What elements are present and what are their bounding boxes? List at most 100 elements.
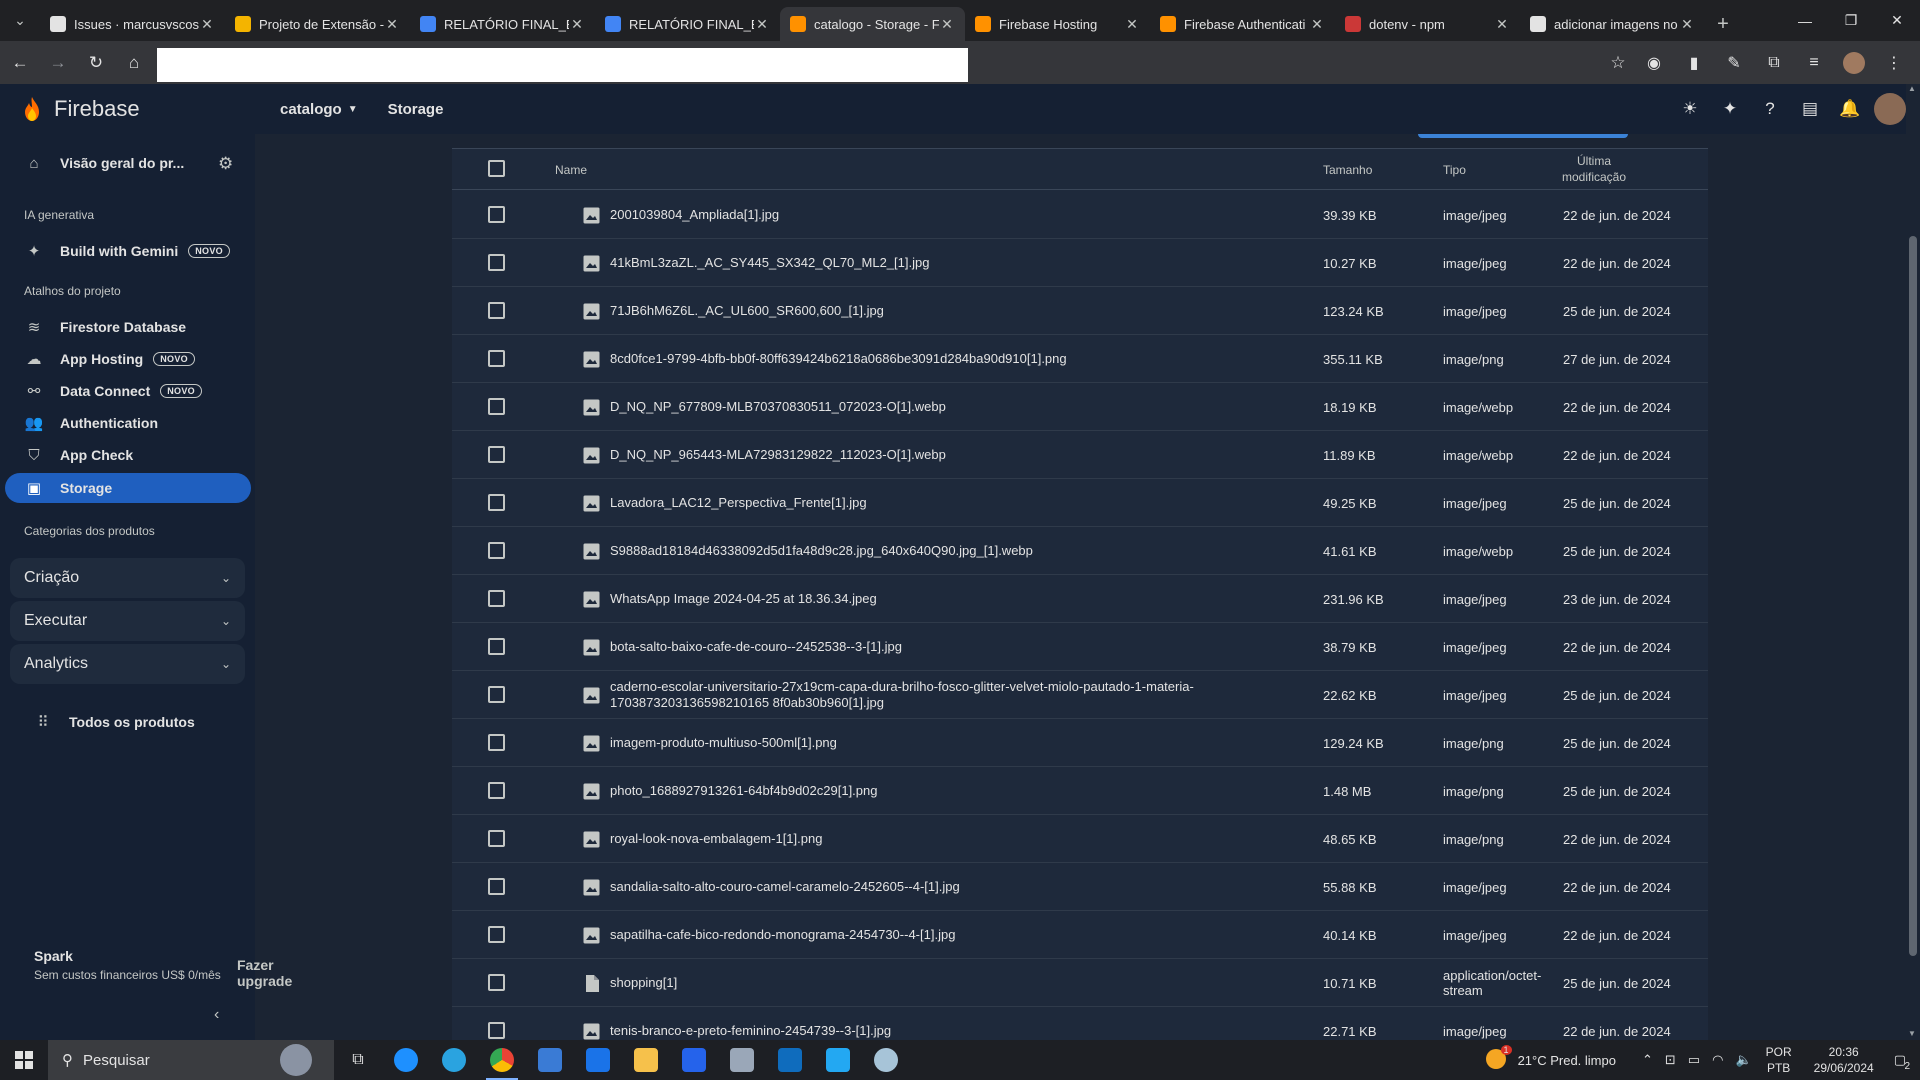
row-checkbox[interactable] xyxy=(488,302,505,319)
column-header-type[interactable]: Tipo xyxy=(1443,163,1466,177)
file-name-cell[interactable]: 2001039804_Ampliada[1].jpg xyxy=(583,191,1323,239)
all-products-link[interactable]: ⠿ Todos os produtos xyxy=(5,707,251,737)
table-row[interactable]: imagem-produto-multiuso-500ml[1].png 129.… xyxy=(452,719,1708,767)
row-checkbox[interactable] xyxy=(488,590,505,607)
file-name[interactable]: tenis-branco-e-preto-feminino-2454739--3… xyxy=(610,1023,891,1039)
store-icon[interactable] xyxy=(526,1040,574,1080)
file-name[interactable]: 2001039804_Ampliada[1].jpg xyxy=(610,207,779,223)
project-settings-gear-icon[interactable]: ⚙ xyxy=(218,154,233,174)
browser-tab[interactable]: Issues · marcusvscost ✕ xyxy=(40,7,225,41)
table-row[interactable]: royal-look-nova-embalagem-1[1].png 48.65 … xyxy=(452,815,1708,863)
file-name-cell[interactable]: shopping[1] xyxy=(583,959,1323,1007)
avatar[interactable] xyxy=(1874,93,1906,125)
file-name[interactable]: bota-salto-baixo-cafe-de-couro--2452538-… xyxy=(610,639,902,655)
feedback-icon[interactable]: ▤ xyxy=(1794,93,1826,125)
notifications-icon[interactable]: ▢ 2 xyxy=(1894,1052,1910,1072)
tab-close-icon[interactable]: ✕ xyxy=(199,16,215,33)
weather-text[interactable]: 21°C Pred. limpo xyxy=(1518,1053,1616,1068)
tab-close-icon[interactable]: ✕ xyxy=(569,16,585,33)
row-checkbox[interactable] xyxy=(488,734,505,751)
tab-search-icon[interactable]: ⌄ xyxy=(0,0,40,41)
file-name[interactable]: imagem-produto-multiuso-500ml[1].png xyxy=(610,735,837,751)
file-name[interactable]: WhatsApp Image 2024-04-25 at 18.36.34.jp… xyxy=(610,591,877,607)
browser-tab[interactable]: Firebase Hosting ✕ xyxy=(965,7,1150,41)
windows-start-icon[interactable] xyxy=(0,1040,48,1080)
table-row[interactable]: D_NQ_NP_677809-MLB70370830511_072023-O[1… xyxy=(452,383,1708,431)
file-name-cell[interactable]: D_NQ_NP_965443-MLA72983129822_112023-O[1… xyxy=(583,431,1323,479)
browser-tab[interactable]: RELATÓRIO FINAL_EN✕ xyxy=(410,7,595,41)
eyedropper-icon[interactable]: ✎ xyxy=(1716,45,1752,81)
reading-list-icon[interactable]: ≡ xyxy=(1796,45,1832,81)
scrollbar-thumb[interactable] xyxy=(1909,236,1917,956)
file-name-cell[interactable]: 8cd0fce1-9799-4bfb-bb0f-80ff639424b6218a… xyxy=(583,335,1323,383)
chrome-icon[interactable] xyxy=(478,1040,526,1080)
row-checkbox[interactable] xyxy=(488,782,505,799)
scroll-up-icon[interactable]: ▲ xyxy=(1908,84,1916,93)
tab-close-icon[interactable]: ✕ xyxy=(1679,16,1695,33)
tab-close-icon[interactable]: ✕ xyxy=(754,16,770,33)
sidebar-item-authentication[interactable]: 👥 Authentication xyxy=(5,408,251,438)
file-name[interactable]: Lavadora_LAC12_Perspectiva_Frente[1].jpg xyxy=(610,495,867,511)
row-checkbox[interactable] xyxy=(488,974,505,991)
table-row[interactable]: S9888ad18184d46338092d5d1fa48d9c28.jpg_6… xyxy=(452,527,1708,575)
menu-kebab-icon[interactable]: ⋮ xyxy=(1876,45,1912,81)
file-name[interactable]: royal-look-nova-embalagem-1[1].png xyxy=(610,831,822,847)
file-name-cell[interactable]: sapatilha-cafe-bico-redondo-monograma-24… xyxy=(583,911,1323,959)
sidebar-item-storage[interactable]: ▣ Storage xyxy=(5,473,251,503)
edge-browser-icon[interactable] xyxy=(382,1040,430,1080)
address-bar-extension[interactable] xyxy=(968,48,1638,82)
tab-close-icon[interactable]: ✕ xyxy=(384,16,400,33)
accordion-analytics[interactable]: Analytics ⌄ xyxy=(10,644,245,684)
accordion-run[interactable]: Executar ⌄ xyxy=(10,601,245,641)
weather-icon[interactable]: 1 xyxy=(1485,1044,1512,1072)
row-checkbox[interactable] xyxy=(488,446,505,463)
row-checkbox[interactable] xyxy=(488,494,505,511)
app-icon[interactable] xyxy=(670,1040,718,1080)
table-row[interactable]: photo_1688927913261-64bf4b9d02c29[1].png… xyxy=(452,767,1708,815)
column-header-modified[interactable]: Última modificação xyxy=(1562,153,1626,185)
table-row[interactable]: 41kBmL3zaZL._AC_SY445_SX342_QL70_ML2_[1]… xyxy=(452,239,1708,287)
new-tab-button[interactable]: + xyxy=(1705,7,1741,41)
file-name-cell[interactable]: tenis-branco-e-preto-feminino-2454739--3… xyxy=(583,1007,1323,1040)
browser-tab[interactable]: adicionar imagens no ✕ xyxy=(1520,7,1705,41)
row-checkbox[interactable] xyxy=(488,926,505,943)
row-checkbox[interactable] xyxy=(488,206,505,223)
volume-icon[interactable]: 🔈 xyxy=(1735,1052,1751,1068)
file-explorer-icon[interactable] xyxy=(622,1040,670,1080)
restore-icon[interactable]: ❐ xyxy=(1828,0,1874,41)
table-row[interactable]: bota-salto-baixo-cafe-de-couro--2452538-… xyxy=(452,623,1708,671)
address-bar[interactable] xyxy=(157,48,968,82)
row-checkbox[interactable] xyxy=(488,398,505,415)
table-row[interactable]: 8cd0fce1-9799-4bfb-bb0f-80ff639424b6218a… xyxy=(452,335,1708,383)
help-icon[interactable]: ? xyxy=(1754,93,1786,125)
task-view-icon[interactable]: ⧉ xyxy=(334,1040,382,1080)
clock[interactable]: 20:36 29/06/2024 xyxy=(1814,1044,1874,1076)
file-name[interactable]: sapatilha-cafe-bico-redondo-monograma-24… xyxy=(610,927,955,943)
file-name[interactable]: sandalia-salto-alto-couro-camel-caramelo… xyxy=(610,879,960,895)
sidebar-item-overview[interactable]: ⌂ Visão geral do pr... xyxy=(5,148,251,178)
telegram-icon[interactable] xyxy=(430,1040,478,1080)
tab-close-icon[interactable]: ✕ xyxy=(1124,16,1140,33)
sidebar-item-app-hosting[interactable]: ☁ App Hosting NOVO xyxy=(5,344,251,374)
table-row[interactable]: 71JB6hM6Z6L._AC_UL600_SR600,600_[1].jpg 1… xyxy=(452,287,1708,335)
file-name-cell[interactable]: sandalia-salto-alto-couro-camel-caramelo… xyxy=(583,863,1323,911)
firebase-logo[interactable]: Firebase xyxy=(22,96,140,122)
row-checkbox[interactable] xyxy=(488,638,505,655)
tray-chevron-icon[interactable]: ⌃ xyxy=(1642,1052,1653,1068)
file-name[interactable]: caderno-escolar-universitario-27x19cm-ca… xyxy=(610,679,1323,711)
camera-icon[interactable]: ⊡ xyxy=(1665,1052,1676,1068)
file-name-cell[interactable]: 71JB6hM6Z6L._AC_UL600_SR600,600_[1].jpg xyxy=(583,287,1323,335)
app-bird-icon[interactable] xyxy=(862,1040,910,1080)
home-icon[interactable]: ⌂ xyxy=(116,45,152,81)
row-checkbox[interactable] xyxy=(488,254,505,271)
project-selector[interactable]: catalogo xyxy=(280,101,342,118)
column-header-size[interactable]: Tamanho xyxy=(1323,163,1372,177)
close-window-icon[interactable]: ✕ xyxy=(1874,0,1920,41)
scroll-down-icon[interactable]: ▼ xyxy=(1908,1029,1916,1038)
taskbar-search[interactable]: ⚲ Pesquisar xyxy=(48,1040,334,1080)
forward-icon[interactable]: → xyxy=(40,45,76,81)
vscode-icon[interactable] xyxy=(814,1040,862,1080)
browser-tab[interactable]: Firebase Authenticati ✕ xyxy=(1150,7,1335,41)
table-row[interactable]: 2001039804_Ampliada[1].jpg 39.39 KB image/… xyxy=(452,191,1708,239)
file-name[interactable]: shopping[1] xyxy=(610,975,677,991)
